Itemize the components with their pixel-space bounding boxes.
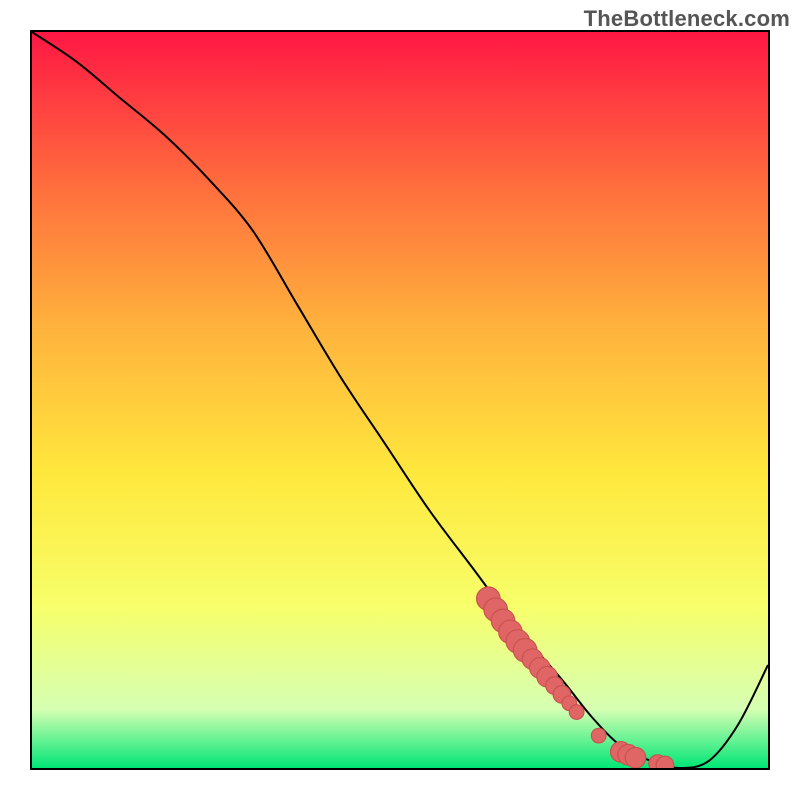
curve-marker [569,705,584,720]
gradient-background [32,32,768,768]
chart-frame: TheBottleneck.com [0,0,800,800]
watermark-text: TheBottleneck.com [584,6,790,32]
curve-marker [591,728,606,743]
plot-svg [32,32,768,768]
plot-area [30,30,770,770]
curve-marker [625,747,646,768]
